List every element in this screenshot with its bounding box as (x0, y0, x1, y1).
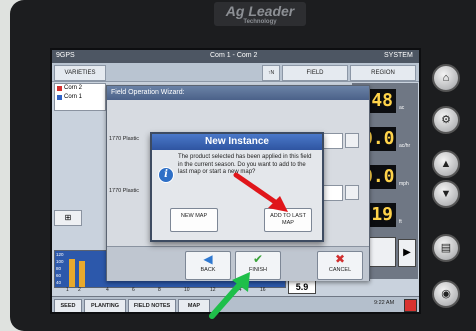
tab-field-notes[interactable]: FIELD NOTES (128, 299, 176, 312)
menu-hardware-button[interactable]: ▤ (432, 234, 460, 262)
up-hardware-button[interactable]: ▲ (432, 150, 460, 178)
sort-button[interactable]: ↑N (262, 65, 280, 81)
dialog-message: The product selected has been applied in… (178, 154, 312, 175)
down-hardware-button[interactable]: ▼ (432, 180, 460, 208)
product-edit-button[interactable] (345, 133, 359, 148)
tick-label: 8 (158, 287, 161, 293)
header-row: VARIETIES ↑N FIELD REGION (52, 63, 419, 82)
finish-label: FINISH (248, 267, 268, 273)
area-unit: ac (399, 105, 405, 111)
tab-planting[interactable]: PLANTING (84, 299, 126, 312)
tick-label: 16 (260, 287, 266, 293)
com-status: Com 1 - Com 2 (210, 52, 258, 59)
tick-label: 12 (210, 287, 216, 293)
axis-label: 40 (56, 280, 62, 285)
wizard-title: Field Operation Wizard: (107, 86, 369, 100)
product-label: 1770 Plastic (109, 188, 139, 194)
tools-hardware-button[interactable]: ⚙ (432, 106, 460, 134)
back-arrow-icon: ◀ (203, 252, 213, 266)
finish-button[interactable]: ✔ FINISH (235, 251, 281, 280)
new-map-button[interactable]: NEW MAP (170, 208, 218, 232)
speed-unit: mph (399, 181, 409, 187)
brand-tagline: Technology (243, 19, 277, 25)
brand-name: Ag Leader (225, 3, 295, 19)
tick-label: 14 (236, 287, 242, 293)
axis-label: 60 (56, 273, 62, 278)
rate-unit: ac/hr (399, 143, 411, 149)
list-item[interactable]: Corn 1 (55, 93, 105, 102)
camera-hardware-button[interactable]: ◉ (432, 280, 460, 308)
chart-bar (69, 259, 75, 287)
back-label: BACK (200, 267, 216, 273)
next-arrow-button[interactable]: ▶ (398, 239, 416, 267)
red-swatch (57, 86, 62, 91)
cancel-x-icon: ✖ (334, 252, 346, 266)
screen: 9GPS Com 1 - Com 2 SYSTEM VARIETIES ↑N F… (50, 48, 421, 314)
clock: 9:22 AM (374, 300, 395, 306)
variety-label: Corn 1 (64, 94, 83, 100)
axis-label: 100 (56, 259, 64, 264)
cancel-button[interactable]: ✖ CANCEL (317, 251, 363, 280)
system-label[interactable]: SYSTEM (384, 52, 413, 59)
tab-varieties[interactable]: VARIETIES (54, 65, 106, 81)
tab-seed[interactable]: SEED (54, 299, 82, 312)
tab-field[interactable]: FIELD (282, 65, 348, 81)
tab-map[interactable]: MAP (178, 299, 210, 312)
chart-axis: 120 100 80 60 40 (56, 251, 64, 286)
new-instance-dialog: New Instance i The product selected has … (150, 132, 324, 242)
brand-logo: Ag Leader Technology (214, 2, 306, 26)
alarm-icon[interactable] (404, 299, 417, 312)
varieties-list: Corn 2 Corn 1 (54, 83, 106, 111)
tick-label: 10 (184, 287, 190, 293)
chart-bar (79, 261, 85, 287)
blue-swatch (57, 95, 62, 100)
tick-label: 4 (106, 287, 109, 293)
gps-status: 9GPS (56, 52, 75, 59)
dialog-title: New Instance (152, 134, 322, 150)
home-hardware-button[interactable]: ⌂ (432, 64, 460, 92)
axis-label: 80 (56, 266, 62, 271)
bottom-nav: SEED PLANTING FIELD NOTES MAP 9:22 AM (52, 296, 419, 312)
tick-label: 2 (78, 287, 81, 293)
cancel-label: CANCEL (328, 267, 352, 273)
tick-label: 1 (66, 287, 69, 293)
list-item[interactable]: Corn 2 (55, 84, 105, 93)
status-bar: 9GPS Com 1 - Com 2 SYSTEM (52, 50, 419, 63)
info-icon: i (158, 167, 174, 183)
tick-label: 6 (132, 287, 135, 293)
checkmark-icon: ✔ (252, 252, 264, 266)
add-to-last-map-button[interactable]: ADD TO LAST MAP (264, 208, 312, 232)
back-button[interactable]: ◀ BACK (185, 251, 231, 280)
wizard-button-bar: ◀ BACK ✔ FINISH ✖ CANCEL (107, 246, 369, 281)
tab-region[interactable]: REGION (350, 65, 416, 81)
product-label: 1770 Plastic (109, 136, 139, 142)
speed-box: 5.9 (288, 280, 316, 294)
zoom-icon[interactable]: ⊞ (54, 210, 82, 226)
width-unit: ft (399, 219, 402, 225)
axis-label: 120 (56, 252, 64, 257)
variety-label: Corn 2 (64, 85, 83, 91)
product-edit-button[interactable] (345, 185, 359, 200)
